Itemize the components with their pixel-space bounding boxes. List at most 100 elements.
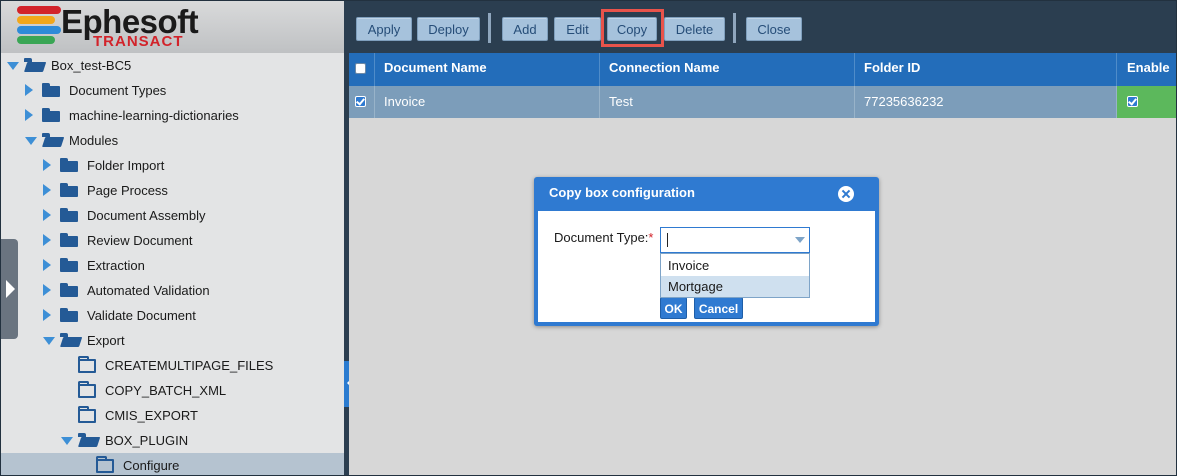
- connection-name-header[interactable]: Connection Name: [600, 53, 855, 86]
- dropdown-option-invoice[interactable]: Invoice: [661, 255, 809, 276]
- expanded-arrow-icon[interactable]: [7, 62, 19, 70]
- select-all-checkbox[interactable]: [355, 63, 366, 74]
- tree-node-label: Box_test-BC5: [51, 58, 132, 73]
- dialog-title: Copy box configuration: [549, 185, 695, 200]
- collapsed-arrow-icon[interactable]: [43, 259, 51, 271]
- tree-node[interactable]: Extraction: [1, 253, 344, 278]
- tree-node[interactable]: BOX_PLUGIN: [1, 428, 344, 453]
- tree-node[interactable]: Review Document: [1, 228, 344, 253]
- folder-open-icon: [42, 133, 60, 147]
- tree-node[interactable]: Validate Document: [1, 303, 344, 328]
- collapsed-arrow-icon[interactable]: [25, 109, 33, 121]
- tree-node[interactable]: Page Process: [1, 178, 344, 203]
- ephesoft-logo-mark: [17, 6, 65, 44]
- tree-node-label: Page Process: [87, 183, 168, 198]
- document-type-combobox[interactable]: [660, 227, 810, 253]
- close-button[interactable]: Close: [746, 17, 802, 41]
- collapsed-arrow-icon[interactable]: [25, 84, 33, 96]
- folder-icon: [60, 233, 78, 247]
- tree-node[interactable]: Configure: [1, 453, 344, 475]
- copy-button-highlight: [601, 9, 664, 47]
- tree-node-label: Review Document: [87, 233, 193, 248]
- tree-node[interactable]: Box_test-BC5: [1, 53, 344, 78]
- apply-button[interactable]: Apply: [356, 17, 412, 41]
- expand-panel-handle[interactable]: [1, 239, 18, 339]
- ok-button[interactable]: OK: [660, 297, 687, 319]
- logo-strip-green: [17, 36, 55, 44]
- folder-open-icon: [60, 333, 78, 347]
- folder-icon: [78, 356, 96, 373]
- tree-node-label: BOX_PLUGIN: [105, 433, 189, 448]
- row-checkbox[interactable]: [355, 96, 366, 107]
- left-panel: Ephesoft TRANSACT Box_test-BC5 Document T…: [1, 1, 344, 475]
- expanded-arrow-icon[interactable]: [25, 137, 37, 145]
- folder-id-cell[interactable]: 77235636232: [855, 86, 1117, 118]
- tree-node[interactable]: CREATEMULTIPAGE_FILES: [1, 353, 344, 378]
- document-name-header[interactable]: Document Name: [375, 53, 600, 86]
- logo-subtitle: TRANSACT: [93, 33, 184, 50]
- tree-node-label: machine-learning-dictionaries: [69, 108, 239, 123]
- folder-icon: [60, 258, 78, 272]
- tree-node[interactable]: Document Types: [1, 78, 344, 103]
- delete-button[interactable]: Delete: [664, 17, 725, 41]
- tree-node-label: CREATEMULTIPAGE_FILES: [105, 358, 274, 373]
- connection-name-cell[interactable]: Test: [600, 86, 855, 118]
- tree-node[interactable]: Document Assembly: [1, 203, 344, 228]
- document-name-cell[interactable]: Invoice: [375, 86, 600, 118]
- tree-node[interactable]: machine-learning-dictionaries: [1, 103, 344, 128]
- tree-node-label: Document Assembly: [87, 208, 206, 223]
- dropdown-option-mortgage[interactable]: Mortgage: [661, 276, 809, 297]
- toolbar: Apply Deploy Add Edit Copy Delete Close: [349, 1, 1176, 53]
- text-caret: [667, 233, 668, 247]
- toolbar-separator: [733, 13, 736, 43]
- tree-node-label: CMIS_EXPORT: [105, 408, 198, 423]
- cancel-button[interactable]: Cancel: [694, 297, 743, 319]
- tree-node[interactable]: CMIS_EXPORT: [1, 403, 344, 428]
- folder-icon: [96, 456, 114, 473]
- document-type-label: Document Type:*: [554, 230, 653, 245]
- folder-icon: [60, 283, 78, 297]
- folder-icon: [42, 108, 60, 122]
- collapsed-arrow-icon[interactable]: [43, 309, 51, 321]
- app-window: Ephesoft TRANSACT Box_test-BC5 Document T…: [0, 0, 1177, 476]
- logo-strip-orange: [17, 16, 55, 24]
- row-select-cell: [349, 86, 375, 118]
- add-button[interactable]: Add: [502, 17, 548, 41]
- folder-open-icon: [78, 433, 96, 447]
- tree-node-label: Automated Validation: [87, 283, 210, 298]
- folder-icon: [60, 208, 78, 222]
- select-all-header: [349, 53, 375, 86]
- document-type-label-text: Document Type:: [554, 230, 649, 245]
- collapsed-arrow-icon[interactable]: [43, 284, 51, 296]
- expanded-arrow-icon[interactable]: [43, 337, 55, 345]
- collapsed-arrow-icon[interactable]: [43, 234, 51, 246]
- expanded-arrow-icon[interactable]: [61, 437, 73, 445]
- collapsed-arrow-icon[interactable]: [43, 159, 51, 171]
- edit-button[interactable]: Edit: [554, 17, 601, 41]
- tree-node[interactable]: Modules: [1, 128, 344, 153]
- tree-node-label: Modules: [69, 133, 119, 148]
- toolbar-separator: [488, 13, 491, 43]
- tree-node[interactable]: Folder Import: [1, 153, 344, 178]
- logo-strip-red: [17, 6, 61, 14]
- close-icon[interactable]: [838, 186, 854, 202]
- enable-cell: [1117, 86, 1176, 118]
- tree-node-label: Export: [87, 333, 125, 348]
- enable-header[interactable]: Enable: [1117, 53, 1176, 86]
- folder-id-header[interactable]: Folder ID: [855, 53, 1117, 86]
- folder-icon: [60, 158, 78, 172]
- tree-node[interactable]: Export: [1, 328, 344, 353]
- deploy-button[interactable]: Deploy: [417, 17, 480, 41]
- folder-icon: [78, 406, 96, 423]
- collapsed-arrow-icon[interactable]: [43, 209, 51, 221]
- folder-open-icon: [24, 58, 42, 72]
- tree-node[interactable]: COPY_BATCH_XML: [1, 378, 344, 403]
- tree-node-label: COPY_BATCH_XML: [105, 383, 227, 398]
- chevron-down-icon[interactable]: [795, 237, 805, 243]
- logo-strip-blue: [17, 26, 61, 34]
- tree-node[interactable]: Automated Validation: [1, 278, 344, 303]
- tree-node-label: Validate Document: [87, 308, 196, 323]
- collapsed-arrow-icon[interactable]: [43, 184, 51, 196]
- enable-checkbox[interactable]: [1127, 96, 1138, 107]
- tree-node-label: Extraction: [87, 258, 145, 273]
